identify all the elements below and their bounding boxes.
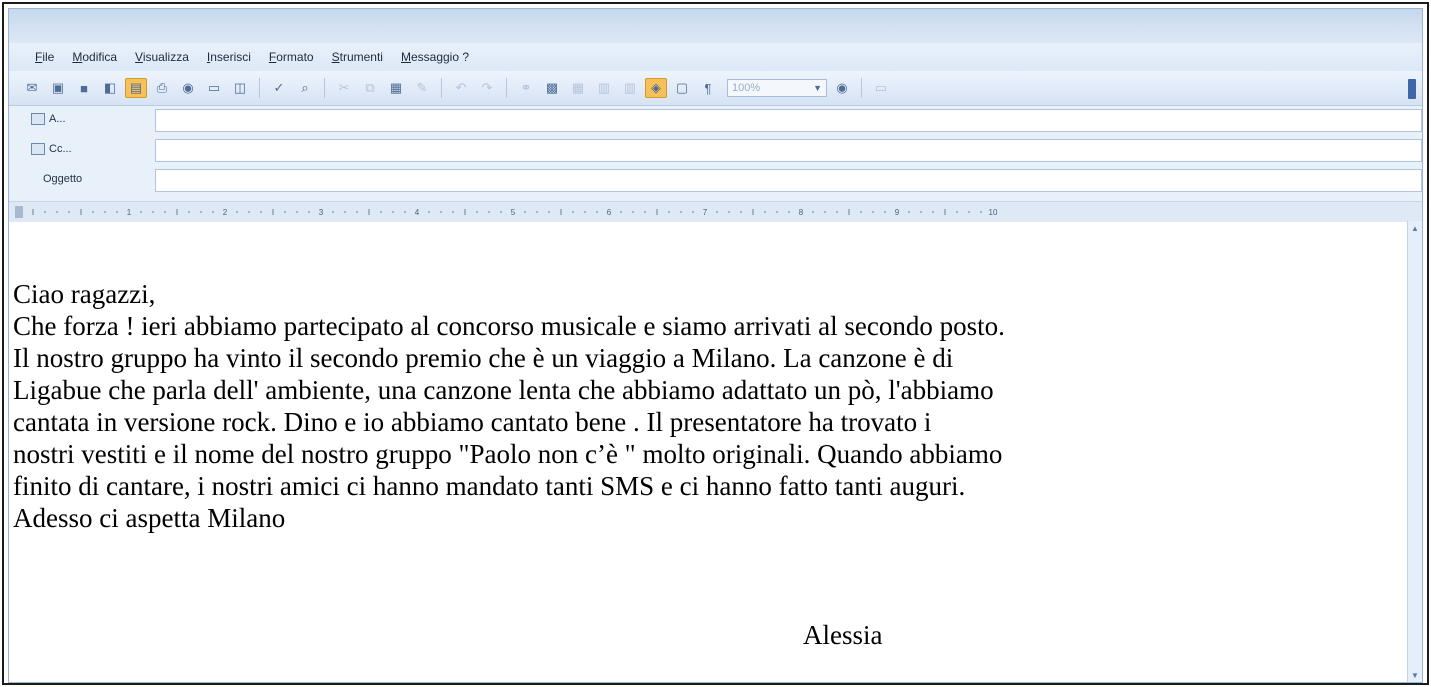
subject-label: Oggetto [43,173,83,185]
web-icon[interactable]: ◉ [177,78,199,98]
ruler-number: 5 [511,208,516,217]
signature: Alessia [803,620,883,650]
message-line: nostri vestiti e il nome del nostro grup… [13,439,1003,469]
email-compose-window: File Modifica Visualizza Inserisci Forma… [8,8,1423,683]
ruler[interactable]: 1 2 3 4 5 6 7 8 9 10 [9,201,1422,223]
print-icon[interactable]: ⎙ [151,78,173,98]
subject-field[interactable] [155,169,1422,192]
cc-button[interactable]: Cc... [31,143,72,155]
screenshot-frame: File Modifica Visualizza Inserisci Forma… [2,2,1429,685]
toolbar: ✉ ▣ ■ ◧ ▤ ⎙ ◉ ▭ ◫ ✓ ⌕ ✂ ⧉ ▦ ✎ ↶ ↷ ⚭ ▩ ▦ … [9,71,1422,106]
ruler-number: 1 [127,208,132,217]
read-icon[interactable]: ▭ [870,78,892,98]
ruler-number: 2 [223,208,228,217]
to-label: A... [49,113,66,125]
message-line: Il nostro gruppo ha vinto il secondo pre… [13,343,954,373]
open-folder-icon[interactable]: ▣ [47,78,69,98]
send-icon[interactable]: ✉ [21,78,43,98]
address-book-icon [31,143,45,155]
cc-row: Cc... [9,137,1422,163]
to-button[interactable]: A... [31,113,66,125]
title-bar [9,9,1422,43]
message-line: Ciao ragazzi, [13,279,156,309]
layout-icon[interactable]: ▤ [125,78,147,98]
menu-file[interactable]: File [35,50,54,64]
copy-icon[interactable]: ⧉ [359,78,381,98]
menu-formato[interactable]: Formato [269,50,314,64]
to-row: A... [9,107,1422,133]
ruler-number: 9 [895,208,900,217]
message-line: finito di cantare, i nostri amici ci han… [13,471,966,501]
message-line: Ligabue che parla dell' ambiente, una ca… [13,375,994,405]
ruler-number: 3 [319,208,324,217]
preview-icon[interactable]: ◫ [229,78,251,98]
spelling-icon[interactable]: ✓ [268,78,290,98]
message-body[interactable]: Ciao ragazzi, Che forza ! ieri abbiamo p… [9,222,1408,682]
ruler-number: 6 [607,208,612,217]
research-icon[interactable]: ⌕ [294,78,316,98]
chevron-down-icon: ▼ [813,83,822,93]
hyperlink-icon[interactable]: ⚭ [515,78,537,98]
message-line: Che forza ! ieri abbiamo partecipato al … [13,311,1005,341]
menu-messaggio[interactable]: Messaggio ? [401,50,469,64]
save-icon[interactable]: ■ [73,78,95,98]
scroll-up-icon[interactable]: ▲ [1408,221,1422,235]
subject-row: Oggetto [9,167,1422,193]
cut-icon[interactable]: ✂ [333,78,355,98]
message-line: Adesso ci aspetta Milano [13,503,286,533]
ruler-scale: 1 2 3 4 5 6 7 8 9 10 [15,206,998,218]
toolbar-options-icon[interactable] [1408,79,1416,99]
paste-icon[interactable]: ▦ [385,78,407,98]
address-book-icon [31,113,45,125]
indent-marker-icon[interactable] [15,206,23,218]
vertical-scrollbar[interactable]: ▲ ▼ [1407,221,1422,682]
permission-icon[interactable]: ◧ [99,78,121,98]
menu-bar: File Modifica Visualizza Inserisci Forma… [9,43,1422,71]
ruler-number: 10 [989,208,998,217]
ruler-number: 8 [799,208,804,217]
document-map-icon[interactable]: ▢ [671,78,693,98]
cc-label: Cc... [49,143,72,155]
ruler-number: 4 [415,208,420,217]
menu-strumenti[interactable]: Strumenti [332,50,383,64]
redo-icon[interactable]: ↷ [476,78,498,98]
drawing-icon[interactable]: ◈ [645,78,667,98]
menu-visualizza[interactable]: Visualizza [135,50,189,64]
undo-icon[interactable]: ↶ [450,78,472,98]
message-text[interactable]: Ciao ragazzi, Che forza ! ieri abbiamo p… [13,278,1408,534]
toolbar-separator [259,78,260,98]
ruler-number: 7 [703,208,708,217]
help-icon[interactable]: ◉ [831,78,853,98]
menu-modifica[interactable]: Modifica [72,50,117,64]
zoom-value: 100% [732,82,761,94]
toolbar-separator [861,78,862,98]
insert-excel-icon[interactable]: ▥ [593,78,615,98]
menu-inserisci[interactable]: Inserisci [207,50,251,64]
format-painter-icon[interactable]: ✎ [411,78,433,98]
to-field[interactable] [155,109,1422,132]
toolbar-separator [324,78,325,98]
message-line: cantata in versione rock. Dino e io abbi… [13,407,932,437]
insert-table-icon[interactable]: ▦ [567,78,589,98]
zoom-select[interactable]: 100% ▼ [727,79,827,97]
show-hide-icon[interactable]: ¶ [697,78,719,98]
columns-icon[interactable]: ▥ [619,78,641,98]
toolbar-separator [506,78,507,98]
toolbar-separator [441,78,442,98]
tables-icon[interactable]: ▩ [541,78,563,98]
scroll-down-icon[interactable]: ▼ [1408,668,1422,682]
cc-field[interactable] [155,139,1422,162]
mail-icon[interactable]: ▭ [203,78,225,98]
message-header: A... Cc... Oggetto [9,107,1422,199]
